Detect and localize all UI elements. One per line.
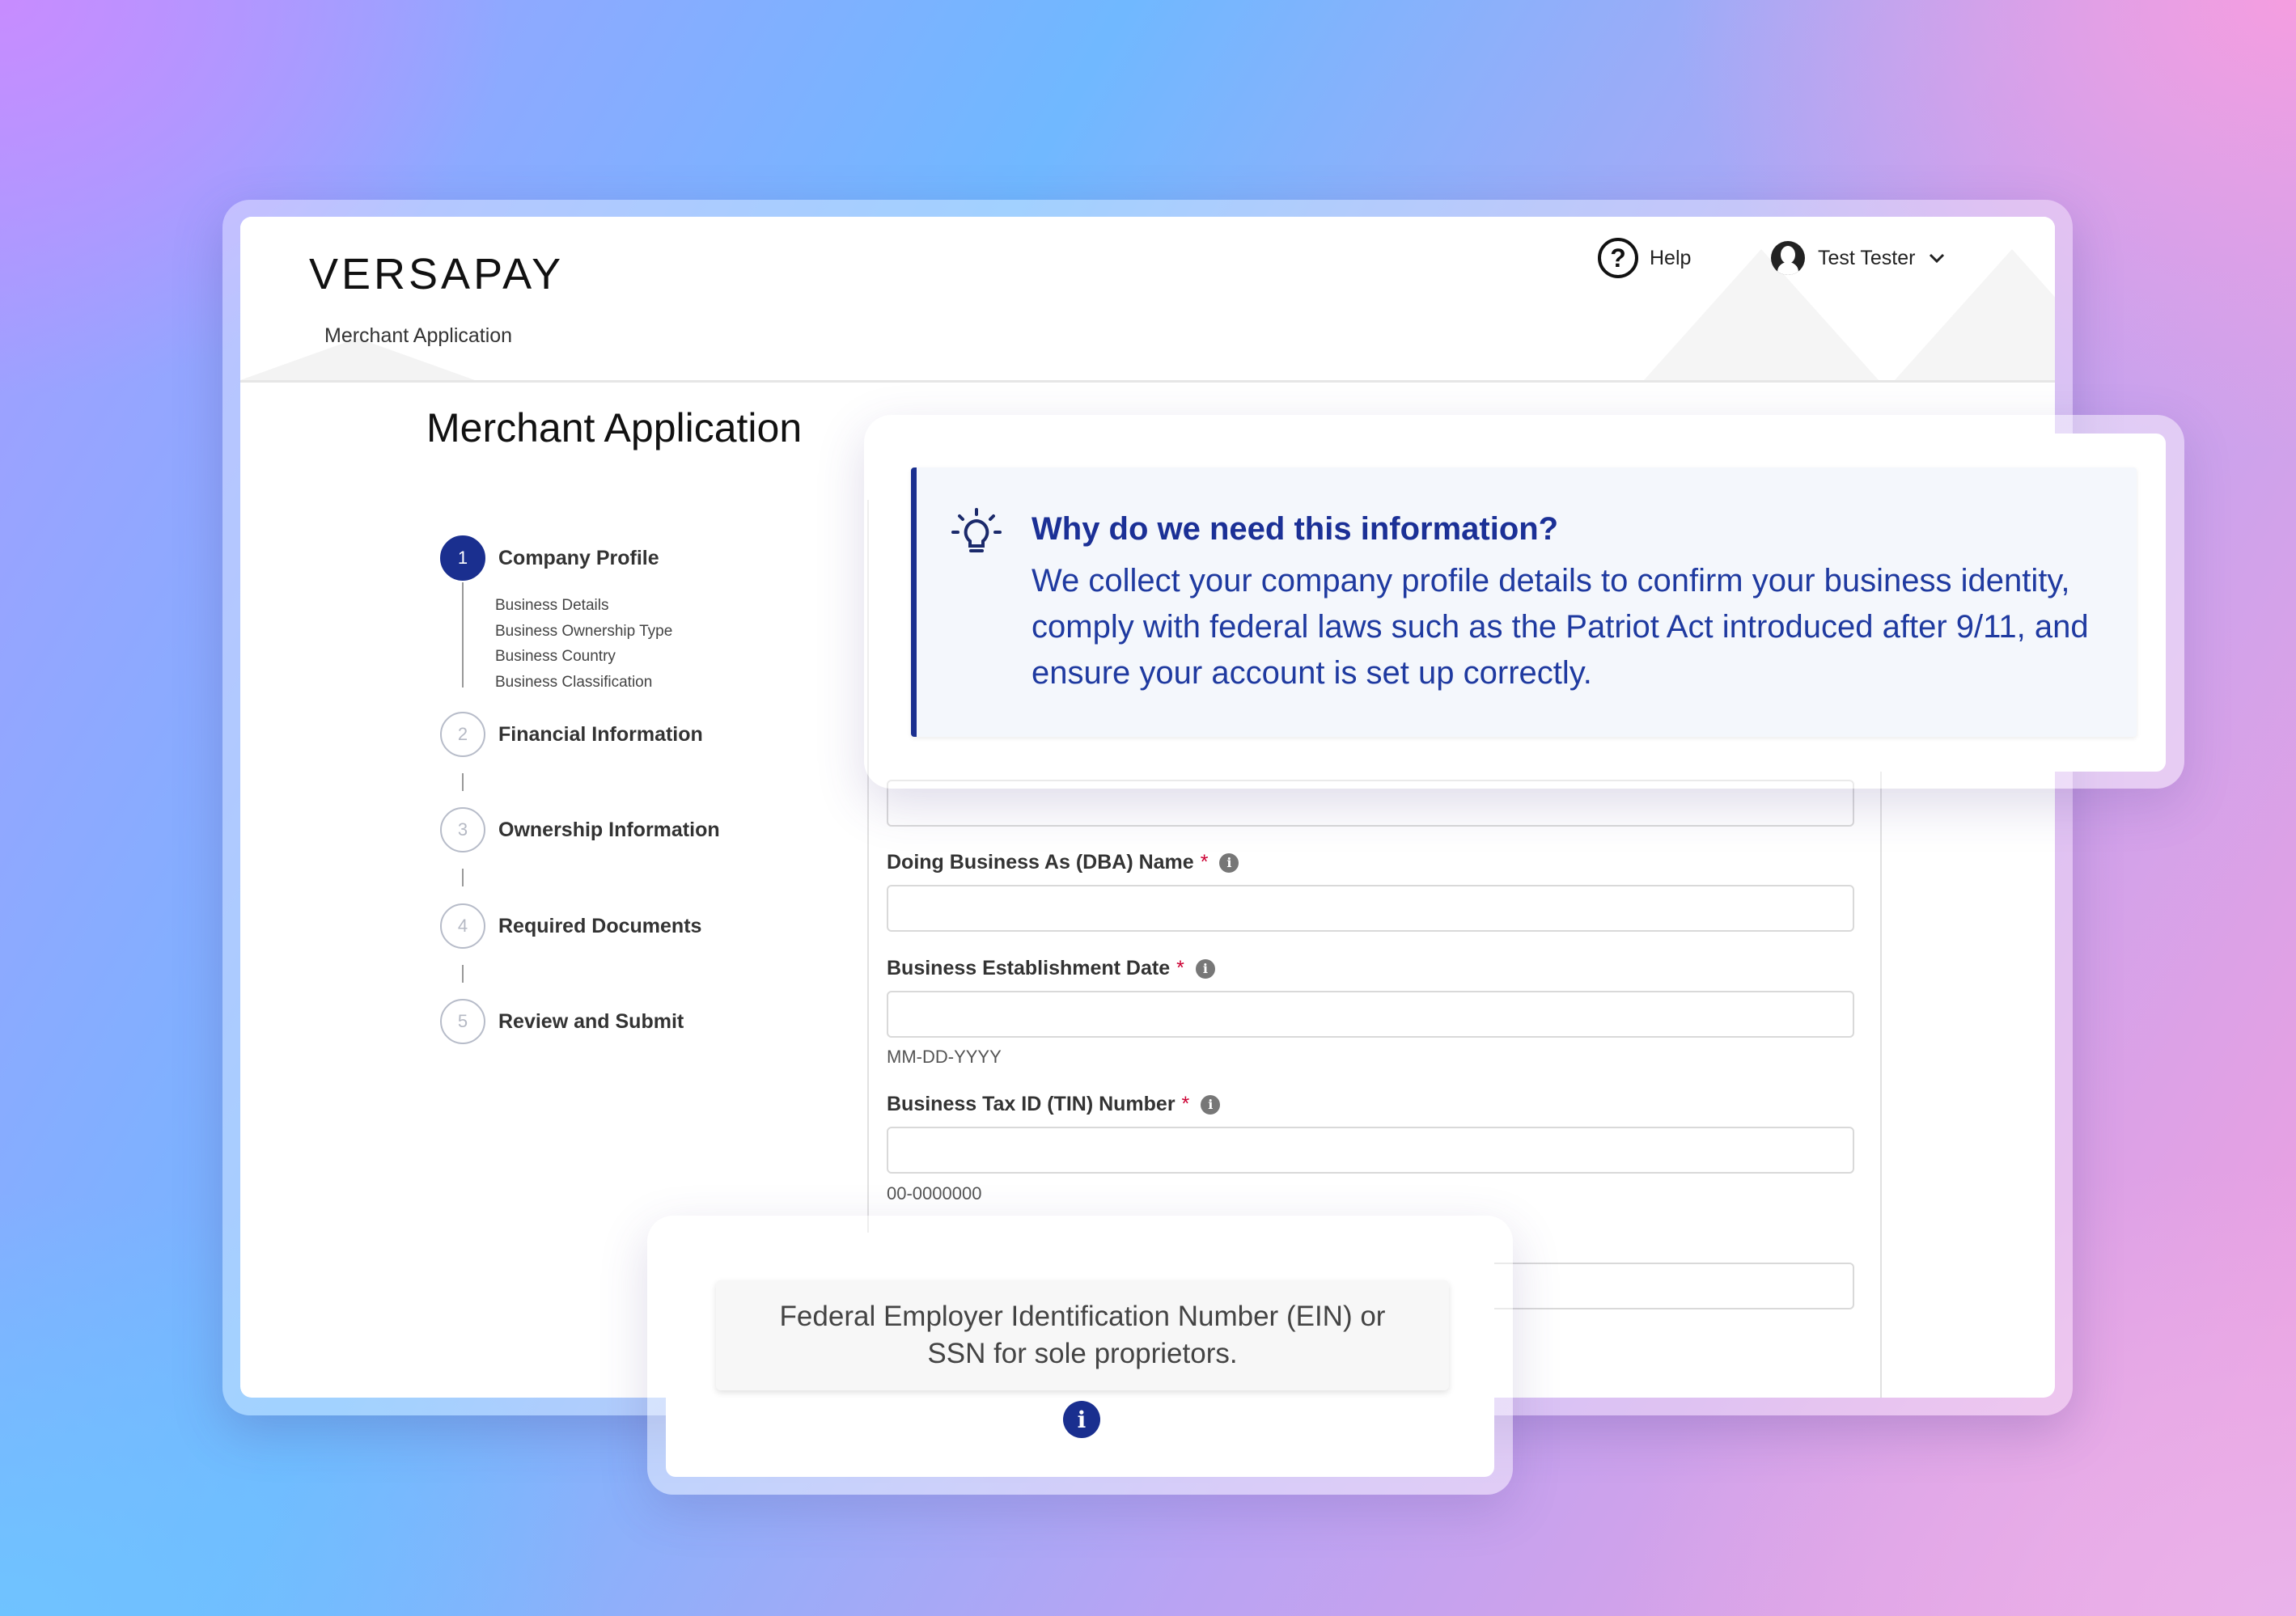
step-label: Ownership Information xyxy=(498,818,720,841)
info-icon[interactable]: i xyxy=(1201,1094,1221,1115)
tooltip-text: Federal Employer Identification Number (… xyxy=(716,1280,1449,1390)
step-company-profile[interactable]: 1 Company Profile xyxy=(440,535,659,581)
establishment-date-label: Business Establishment Date * i xyxy=(887,957,1215,980)
lightbulb-icon xyxy=(951,508,1002,552)
substep-item[interactable]: Business Details xyxy=(495,593,672,619)
user-name: Test Tester xyxy=(1818,246,1916,269)
avatar xyxy=(1771,241,1805,275)
dba-label: Doing Business As (DBA) Name * i xyxy=(887,851,1239,874)
step-label: Review and Submit xyxy=(498,1009,684,1033)
step-connector xyxy=(462,773,464,791)
step-label: Required Documents xyxy=(498,914,702,937)
step-review-and-submit[interactable]: 5 Review and Submit xyxy=(440,999,684,1044)
tin-format-hint: 00-0000000 xyxy=(887,1183,982,1204)
date-format-hint: MM-DD-YYYY xyxy=(887,1047,1002,1067)
callout-title: Why do we need this information? xyxy=(1032,511,1559,547)
info-icon[interactable]: i xyxy=(1195,958,1215,979)
callout-body: We collect your company profile details … xyxy=(1032,563,2089,691)
step-number: 5 xyxy=(440,999,485,1044)
step-connector xyxy=(462,582,464,687)
substep-item[interactable]: Business Classification xyxy=(495,670,672,696)
step-connector xyxy=(462,869,464,886)
dba-label-text: Doing Business As (DBA) Name xyxy=(887,851,1194,874)
step-label: Company Profile xyxy=(498,546,659,569)
question-circle-icon: ? xyxy=(1598,238,1638,278)
chevron-down-icon xyxy=(1930,253,1945,264)
user-menu[interactable]: Test Tester xyxy=(1771,241,1946,275)
step-number: 4 xyxy=(440,903,485,949)
required-marker: * xyxy=(1176,957,1184,979)
help-button[interactable]: ? Help xyxy=(1598,238,1691,278)
required-marker: * xyxy=(1181,1093,1190,1115)
step-required-documents[interactable]: 4 Required Documents xyxy=(440,903,701,949)
step-financial-information[interactable]: 2 Financial Information xyxy=(440,712,703,757)
step-connector xyxy=(462,965,464,983)
step-number: 1 xyxy=(440,535,485,581)
establishment-date-input[interactable] xyxy=(887,991,1854,1038)
dba-input[interactable] xyxy=(887,885,1854,932)
substep-item[interactable]: Business Ownership Type xyxy=(495,619,672,645)
step-number: 2 xyxy=(440,712,485,757)
tin-input[interactable] xyxy=(887,1127,1854,1174)
step-number: 3 xyxy=(440,807,485,852)
establishment-date-label-text: Business Establishment Date xyxy=(887,957,1171,979)
step-ownership-information[interactable]: 3 Ownership Information xyxy=(440,807,720,852)
required-marker: * xyxy=(1200,851,1209,874)
breadcrumb[interactable]: Merchant Application xyxy=(324,324,512,348)
info-icon[interactable]: i xyxy=(1219,852,1239,873)
tin-label: Business Tax ID (TIN) Number * i xyxy=(887,1093,1221,1116)
substep-list: Business Details Business Ownership Type… xyxy=(495,593,672,695)
top-header: VERSAPAY Merchant Application ? Help Tes… xyxy=(240,217,2055,383)
step-label: Financial Information xyxy=(498,722,703,746)
page-title: Merchant Application xyxy=(426,405,803,451)
help-label: Help xyxy=(1650,246,1692,269)
versapay-logo[interactable]: VERSAPAY xyxy=(309,249,564,299)
tin-label-text: Business Tax ID (TIN) Number xyxy=(887,1093,1176,1115)
info-icon[interactable]: i xyxy=(1063,1401,1100,1438)
substep-item[interactable]: Business Country xyxy=(495,644,672,670)
